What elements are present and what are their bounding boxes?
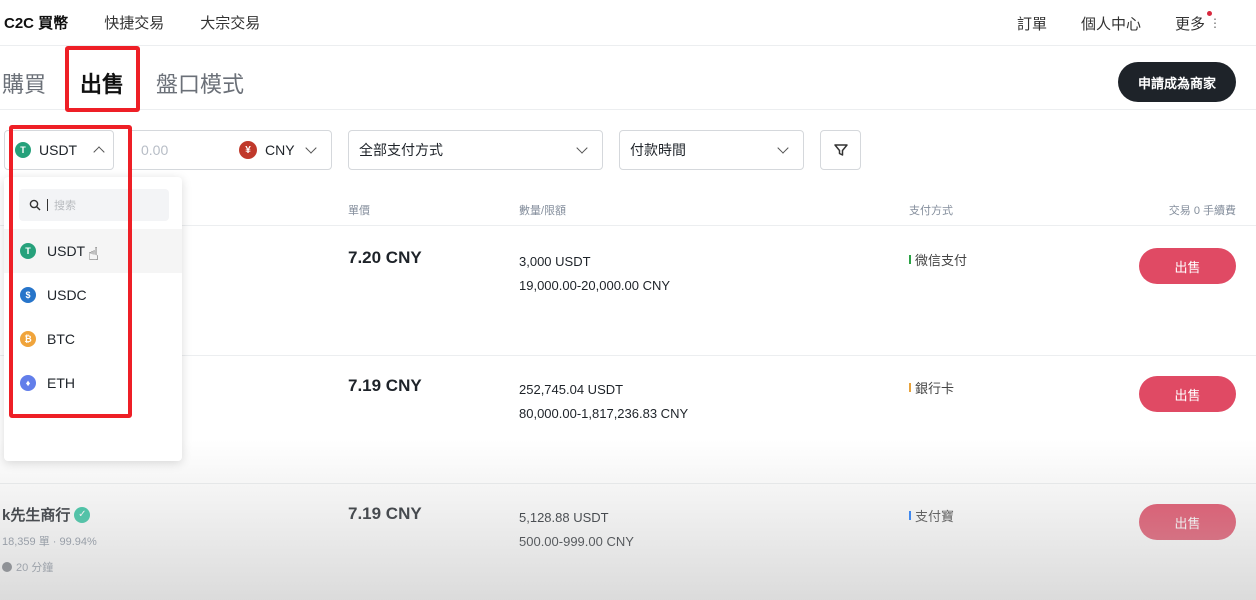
coin-select-value: USDT (39, 142, 78, 158)
payment-method-select[interactable]: 全部支付方式 (348, 130, 603, 170)
sell-button[interactable]: 出售 (1139, 504, 1236, 540)
chevron-up-icon (93, 146, 105, 158)
sell-button[interactable]: 出售 (1139, 248, 1236, 284)
nav-block-trade[interactable]: 大宗交易 (200, 12, 260, 33)
time-label: 20 分鐘 (16, 562, 54, 574)
btc-icon: ₿ (20, 331, 36, 347)
coin-option-label: ETH (47, 375, 75, 391)
payment-method: 微信支付 (909, 250, 967, 269)
limit: 19,000.00-20,000.00 CNY (519, 278, 671, 293)
header-fee: 交易 0 手續費 (1168, 205, 1236, 217)
table-header: 單價 數量/限額 支付方式 交易 0 手續費 (0, 200, 1256, 226)
chevron-down-icon (777, 142, 789, 154)
become-merchant-button[interactable]: 申請成為商家 (1118, 62, 1236, 102)
pay-time-select[interactable]: 付款時間 (619, 130, 804, 170)
nav-more-label: 更多 (1174, 15, 1205, 33)
merchant-stats: 18,359 單 · 99.94% (2, 536, 97, 548)
nav-more[interactable]: 更多 ⋮ (1174, 10, 1221, 34)
coin-select[interactable]: T USDT (4, 130, 114, 170)
top-nav-right: 訂單 個人中心 更多 ⋮ (1017, 0, 1221, 46)
bank-marker (909, 383, 911, 392)
merchant-name[interactable]: k先生商行 (2, 504, 70, 525)
limit: 500.00-999.00 CNY (519, 534, 634, 549)
payment-method: 銀行卡 (909, 378, 954, 397)
table-row: 7.19 CNY 252,745.04 USDT 80,000.00-1,817… (0, 356, 1256, 484)
alipay-marker (909, 511, 911, 520)
nav-quick-trade[interactable]: 快捷交易 (104, 12, 164, 33)
merchant-time: 20 分鐘 (2, 559, 97, 575)
clock-icon (2, 562, 12, 572)
unit-price: 7.20 CNY (348, 248, 422, 267)
quantity: 5,128.88 USDT (519, 510, 609, 525)
unit-price: 7.19 CNY (348, 376, 422, 395)
merchant-name-row[interactable]: k先生商行 ✓ (2, 504, 97, 525)
merchant-info: k先生商行 ✓ 18,359 單 · 99.94% 20 分鐘 (2, 504, 97, 575)
coin-search-input[interactable]: 搜索 (19, 189, 169, 221)
top-nav: C2C 買幣 快捷交易 大宗交易 訂單 個人中心 更多 ⋮ (0, 0, 1256, 46)
coin-option-usdc[interactable]: $ USDC (4, 273, 182, 317)
eth-icon: ♦ (20, 375, 36, 391)
quantity: 252,745.04 USDT (519, 382, 624, 397)
unit-price: 7.19 CNY (348, 504, 422, 523)
header-qty: 數量/限額 (519, 205, 567, 217)
coin-option-label: USDC (47, 287, 87, 303)
verified-icon: ✓ (74, 506, 91, 523)
nav-c2c[interactable]: C2C 買幣 (4, 12, 68, 33)
more-dots-icon: ⋮ (1209, 16, 1221, 30)
amount-placeholder: 0.00 (141, 142, 169, 158)
chevron-down-icon (576, 142, 588, 154)
coin-option-label: USDT (47, 243, 86, 259)
payment-method-value: 全部支付方式 (359, 142, 443, 158)
filter-icon (833, 144, 848, 156)
coin-dropdown: 搜索 T USDT $ USDC ₿ BTC ♦ ETH (4, 177, 182, 461)
nav-user-center[interactable]: 個人中心 (1081, 13, 1141, 34)
usdc-icon: $ (20, 287, 36, 303)
top-nav-left: C2C 買幣 快捷交易 大宗交易 (0, 12, 260, 33)
currency-value[interactable]: CNY (265, 142, 295, 158)
payment-label: 微信支付 (915, 253, 968, 268)
coin-option-label: BTC (47, 331, 75, 347)
nav-orders[interactable]: 訂單 (1017, 13, 1047, 34)
trade-tabs: 購買 出售 盤口模式 申請成為商家 (0, 58, 1256, 110)
quantity: 3,000 USDT (519, 254, 591, 269)
payment-label: 銀行卡 (915, 381, 955, 396)
usdt-icon: T (15, 142, 31, 158)
sell-button[interactable]: 出售 (1139, 376, 1236, 412)
tab-orderbook[interactable]: 盤口模式 (156, 67, 244, 99)
tab-sell[interactable]: 出售 (80, 67, 124, 99)
table-row: k先生商行 ✓ 18,359 單 · 99.94% 20 分鐘 7.19 CNY… (0, 484, 1256, 600)
text-caret (47, 199, 48, 211)
payment-method: 支付寶 (909, 506, 954, 525)
wechat-marker (909, 255, 911, 264)
table-row: 7.20 CNY 3,000 USDT 19,000.00-20,000.00 … (0, 228, 1256, 356)
quantity-limit: 5,128.88 USDT 500.00-999.00 CNY (519, 506, 634, 554)
coin-option-btc[interactable]: ₿ BTC (4, 317, 182, 361)
hand-cursor-icon: ☝ (88, 244, 99, 264)
quantity-limit: 252,745.04 USDT 80,000.00-1,817,236.83 C… (519, 378, 688, 426)
quantity-limit: 3,000 USDT 19,000.00-20,000.00 CNY (519, 250, 670, 298)
yuan-icon: ¥ (239, 141, 257, 159)
notification-dot (1207, 10, 1212, 16)
pay-time-value: 付款時間 (630, 142, 686, 158)
amount-field[interactable]: 0.00 ¥ CNY (128, 130, 332, 170)
limit: 80,000.00-1,817,236.83 CNY (519, 406, 689, 421)
header-price: 單價 (348, 205, 370, 217)
search-placeholder: 搜索 (54, 200, 76, 212)
header-payment: 支付方式 (909, 205, 953, 217)
chevron-down-icon (304, 142, 317, 154)
filter-button[interactable] (820, 130, 861, 170)
search-icon (29, 199, 41, 211)
tab-buy[interactable]: 購買 (2, 67, 46, 99)
coin-option-eth[interactable]: ♦ ETH (4, 361, 182, 405)
usdt-icon: T (20, 243, 36, 259)
payment-label: 支付寶 (915, 509, 955, 524)
